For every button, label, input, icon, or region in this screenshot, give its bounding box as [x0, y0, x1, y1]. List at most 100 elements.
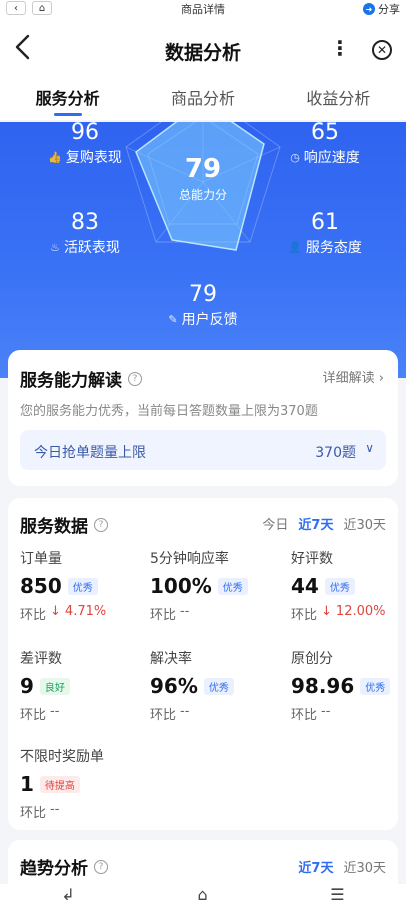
- more-icon[interactable]: ⋮: [330, 36, 350, 60]
- metric-value: 79: [189, 282, 217, 307]
- cmp-label: 环比: [150, 608, 177, 623]
- stat-response-rate: 5分钟响应率 100% 优秀 环比 --: [150, 548, 270, 623]
- status-badge: 优秀: [203, 677, 234, 695]
- back-icon[interactable]: ↲: [61, 885, 74, 904]
- stat-value: 96%: [150, 674, 198, 698]
- menu-icon[interactable]: ☰: [330, 885, 344, 904]
- stat-originality-score: 原创分 98.96 优秀 环比 --: [291, 648, 396, 723]
- cmp-value: --: [50, 704, 60, 719]
- status-badge: 良好: [39, 677, 70, 695]
- stat-label: 原创分: [291, 651, 333, 667]
- browser-title: 商品详情: [181, 3, 225, 16]
- status-badge: 优秀: [217, 577, 248, 595]
- trend-title: 趋势分析: [20, 859, 88, 879]
- trend-range-selector: 近7天 近30天: [298, 857, 386, 876]
- stat-value: 850: [20, 574, 62, 598]
- stat-value: 100%: [150, 574, 212, 598]
- metric-value: 61: [311, 210, 339, 235]
- daily-limit-row[interactable]: 今日抢单题量上限 370题 ∨: [20, 430, 386, 470]
- stat-label: 订单量: [20, 551, 62, 567]
- help-icon[interactable]: ?: [94, 859, 108, 874]
- tab-bar: 服务分析 商品分析 收益分析: [0, 78, 406, 120]
- metric-activity: 83 ♨ 活跃表现: [40, 210, 130, 257]
- metric-label: 服务态度: [305, 240, 362, 256]
- edit-icon: ✎: [168, 312, 178, 326]
- metric-value: 96: [71, 122, 99, 145]
- status-badge: 待提高: [39, 775, 80, 793]
- metric-repurchase: 96 👍 复购表现: [40, 122, 130, 167]
- home-icon[interactable]: ⌂: [197, 885, 207, 904]
- cmp-label: 环比: [291, 708, 318, 723]
- stat-unlimited-reward: 不限时奖励单 1 待提高 环比 --: [20, 746, 140, 821]
- browser-bar: ‹ ⌂ 商品详情 ➜ 分享: [0, 0, 406, 16]
- clock-icon: ◷: [290, 150, 300, 164]
- chevron-down-icon: ∨: [365, 441, 374, 455]
- cmp-label: 环比: [20, 708, 47, 723]
- share-label: 分享: [378, 3, 400, 16]
- metric-label: 响应速度: [303, 150, 360, 166]
- cmp-value: --: [180, 604, 190, 619]
- stat-value: 9: [20, 674, 34, 698]
- help-icon[interactable]: ?: [94, 517, 108, 532]
- trend-range-7d[interactable]: 近7天: [298, 857, 333, 876]
- arrow-down-icon: ↓: [50, 604, 61, 619]
- help-icon[interactable]: ?: [128, 371, 142, 386]
- stat-label: 差评数: [20, 651, 62, 667]
- metric-label: 活跃表现: [63, 240, 120, 256]
- total-score: 79 总能力分: [163, 154, 243, 203]
- total-score-label: 总能力分: [178, 188, 227, 202]
- service-data-header: 服务数据 ?: [20, 512, 108, 537]
- ability-title: 服务能力解读: [20, 371, 122, 391]
- status-badge: 优秀: [67, 577, 98, 595]
- ability-card: 服务能力解读 ? 详细解读 › 您的服务能力优秀，当前每日答题数量上限为370题…: [8, 350, 398, 486]
- range-7d[interactable]: 近7天: [298, 514, 333, 533]
- metric-response-speed: 65 ◷ 响应速度: [280, 122, 370, 167]
- tab-product-analysis[interactable]: 商品分析: [135, 78, 270, 120]
- close-icon[interactable]: ✕: [372, 40, 392, 60]
- detail-link[interactable]: 详细解读 ›: [323, 367, 384, 386]
- range-today[interactable]: 今日: [262, 514, 288, 533]
- cmp-value: 12.00%: [335, 604, 386, 619]
- cmp-label: 环比: [20, 608, 47, 623]
- cmp-label: 环比: [291, 608, 318, 623]
- status-badge: 优秀: [324, 577, 355, 595]
- ability-radar: 79 总能力分 96 👍 复购表现 65 ◷ 响应速度 83 ♨ 活跃表现 61 👤 服…: [0, 122, 406, 378]
- ability-header: 服务能力解读 ?: [20, 366, 142, 391]
- cmp-label: 环比: [150, 708, 177, 723]
- trend-header: 趋势分析 ?: [20, 854, 108, 879]
- person-icon: 👤: [288, 240, 302, 254]
- stat-value: 1: [20, 772, 34, 796]
- cmp-label: 环比: [20, 806, 47, 821]
- share-button[interactable]: ➜ 分享: [363, 1, 400, 17]
- range-30d[interactable]: 近30天: [343, 514, 386, 533]
- stat-label: 5分钟响应率: [150, 551, 229, 567]
- metric-user-feedback: 79 ✎ 用户反馈: [158, 282, 248, 329]
- stat-value: 44: [291, 574, 319, 598]
- stat-label: 不限时奖励单: [20, 749, 104, 765]
- metric-label: 复购表现: [65, 150, 122, 166]
- share-icon: ➜: [363, 3, 375, 15]
- stat-order-count: 订单量 850 优秀 环比 ↓ 4.71%: [20, 548, 140, 623]
- trend-range-30d[interactable]: 近30天: [343, 857, 386, 876]
- range-selector: 今日 近7天 近30天: [262, 514, 386, 533]
- stat-label: 好评数: [291, 551, 333, 567]
- flame-icon: ♨: [50, 240, 60, 254]
- ability-description: 您的服务能力优秀，当前每日答题数量上限为370题: [20, 404, 318, 419]
- stat-bad-reviews: 差评数 9 良好 环比 --: [20, 648, 140, 723]
- cmp-value: --: [50, 802, 60, 817]
- metric-value: 83: [71, 210, 99, 235]
- cmp-value: --: [180, 704, 190, 719]
- stat-label: 解决率: [150, 651, 192, 667]
- metric-label: 用户反馈: [181, 312, 238, 328]
- service-data-card: 服务数据 ? 今日 近7天 近30天 订单量 850 优秀 环比 ↓ 4.71% 5分…: [8, 498, 398, 830]
- status-badge: 优秀: [360, 677, 391, 695]
- tab-revenue-analysis[interactable]: 收益分析: [271, 78, 406, 120]
- metric-value: 65: [311, 122, 339, 145]
- metric-service-attitude: 61 👤 服务态度: [280, 210, 370, 257]
- arrow-down-icon: ↓: [321, 604, 332, 619]
- daily-limit-value: 370题: [315, 445, 356, 461]
- stat-value: 98.96: [291, 674, 355, 698]
- tab-service-analysis[interactable]: 服务分析: [0, 78, 135, 120]
- stat-resolution-rate: 解决率 96% 优秀 环比 --: [150, 648, 270, 723]
- cmp-value: 4.71%: [64, 604, 107, 619]
